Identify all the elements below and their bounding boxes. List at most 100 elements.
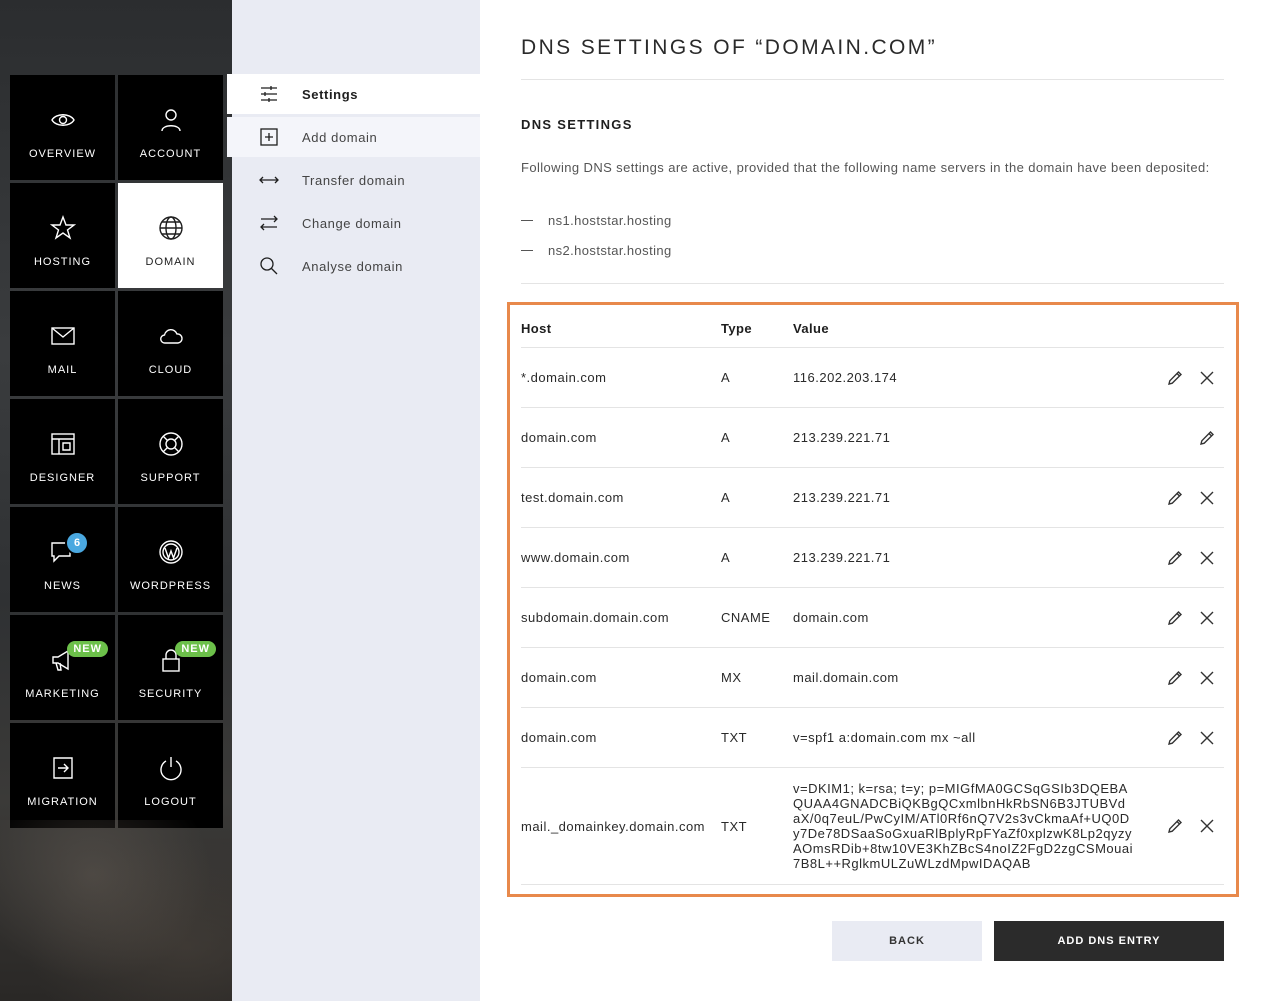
main-sidebar: OVERVIEW ACCOUNT HOSTING DOMAIN MAIL CLO… bbox=[0, 0, 232, 1001]
table-row: *.domain.com A 116.202.203.174 bbox=[521, 348, 1224, 408]
new-badge: NEW bbox=[67, 641, 108, 657]
double-arrow-icon bbox=[259, 170, 279, 190]
magnifier-icon bbox=[259, 256, 279, 276]
delete-x-icon[interactable] bbox=[1198, 489, 1216, 507]
edit-pencil-icon[interactable] bbox=[1166, 729, 1184, 747]
delete-x-icon[interactable] bbox=[1198, 369, 1216, 387]
nav-tile-overview[interactable]: OVERVIEW bbox=[10, 75, 115, 180]
nav-tile-label: MIGRATION bbox=[27, 796, 98, 808]
nav-tile-label: ACCOUNT bbox=[139, 148, 202, 160]
intro-text: Following DNS settings are active, provi… bbox=[521, 160, 1210, 175]
table-body: *.domain.com A 116.202.203.174 domain.com A 2… bbox=[521, 348, 1224, 885]
nav-tile-account[interactable]: ACCOUNT bbox=[118, 75, 223, 180]
nameserver-text: ns2.hoststar.hosting bbox=[548, 243, 672, 258]
table-row: mail._domainkey.domain.com TXT v=DKIM1; k=… bbox=[521, 768, 1224, 885]
nav-tile-label: LOGOUT bbox=[144, 796, 197, 808]
nav-tile-label: MARKETING bbox=[25, 688, 100, 700]
row-actions bbox=[1133, 669, 1224, 687]
cell-value: v=DKIM1; k=rsa; t=y; p=MIGfMA0GCSqGSIb3D… bbox=[793, 781, 1134, 871]
table-row: subdomain.domain.com CNAME domain.com bbox=[521, 588, 1224, 648]
delete-x-icon[interactable] bbox=[1198, 817, 1216, 835]
table-row: domain.com A 213.239.221.71 bbox=[521, 408, 1224, 468]
edit-pencil-icon[interactable] bbox=[1166, 489, 1184, 507]
nameserver-item: ns1.hoststar.hosting bbox=[521, 213, 672, 228]
star-icon bbox=[49, 214, 77, 242]
delete-x-icon[interactable] bbox=[1198, 669, 1216, 687]
eye-icon bbox=[49, 106, 77, 134]
nav-tile-label: NEWS bbox=[44, 580, 81, 592]
lifebuoy-icon bbox=[157, 430, 185, 458]
cell-type: A bbox=[721, 490, 731, 505]
cell-type: TXT bbox=[721, 818, 748, 834]
table-row: www.domain.com A 213.239.221.71 bbox=[521, 528, 1224, 588]
nav-tile-hosting[interactable]: HOSTING bbox=[10, 183, 115, 288]
cell-type: MX bbox=[721, 670, 742, 685]
cell-host: www.domain.com bbox=[521, 550, 630, 565]
cell-host: domain.com bbox=[521, 670, 597, 685]
dash-bullet bbox=[521, 250, 533, 251]
nav-tile-label: WORDPRESS bbox=[129, 580, 212, 592]
edit-pencil-icon[interactable] bbox=[1198, 429, 1216, 447]
add-dns-entry-button[interactable]: ADD DNS ENTRY bbox=[994, 921, 1224, 961]
table-row: domain.com TXT v=spf1 a:domain.com mx ~all bbox=[521, 708, 1224, 768]
subnav-item-label: Settings bbox=[302, 86, 359, 102]
nav-tile-label: SUPPORT bbox=[140, 472, 201, 484]
nav-tile-migration[interactable]: MIGRATION bbox=[10, 723, 115, 828]
nav-tile-logout[interactable]: LOGOUT bbox=[118, 723, 223, 828]
new-badge: NEW bbox=[175, 641, 216, 657]
subnav-item-transfer-domain[interactable]: Transfer domain bbox=[227, 160, 480, 200]
news-count-badge: 6 bbox=[65, 531, 89, 555]
cell-value: 213.239.221.71 bbox=[793, 430, 891, 445]
nav-tile-label: HOSTING bbox=[33, 256, 92, 268]
nav-tile-grid: OVERVIEW ACCOUNT HOSTING DOMAIN MAIL CLO… bbox=[10, 75, 223, 828]
delete-x-icon[interactable] bbox=[1198, 549, 1216, 567]
sliders-icon bbox=[259, 84, 279, 104]
delete-x-icon[interactable] bbox=[1198, 609, 1216, 627]
nav-tile-news[interactable]: NEWS 6 bbox=[10, 507, 115, 612]
edit-pencil-icon[interactable] bbox=[1166, 549, 1184, 567]
cell-host: domain.com bbox=[521, 430, 597, 445]
back-button[interactable]: BACK bbox=[832, 921, 982, 961]
dns-records-table: Host Type Value *.domain.com A 116.202.203… bbox=[521, 310, 1224, 885]
subnav-item-label: Transfer domain bbox=[302, 172, 406, 188]
section-title: DNS SETTINGS bbox=[521, 117, 633, 132]
cloud-icon bbox=[157, 322, 185, 350]
nav-tile-designer[interactable]: DESIGNER bbox=[10, 399, 115, 504]
column-header-type: Type bbox=[721, 321, 752, 336]
cell-type: A bbox=[721, 550, 731, 565]
row-actions bbox=[1133, 429, 1224, 447]
table-row: test.domain.com A 213.239.221.71 bbox=[521, 468, 1224, 528]
nav-tile-security[interactable]: SECURITY NEW bbox=[118, 615, 223, 720]
cell-value: 116.202.203.174 bbox=[793, 370, 898, 385]
cell-value: domain.com bbox=[793, 610, 869, 625]
column-header-value: Value bbox=[793, 321, 829, 336]
nav-tile-support[interactable]: SUPPORT bbox=[118, 399, 223, 504]
cell-host: domain.com bbox=[521, 730, 597, 745]
page-title: DNS SETTINGS OF “DOMAIN.COM” bbox=[521, 36, 938, 59]
nav-tile-label: MAIL bbox=[47, 364, 78, 376]
edit-pencil-icon[interactable] bbox=[1166, 609, 1184, 627]
nav-tile-cloud[interactable]: CLOUD bbox=[118, 291, 223, 396]
nav-tile-marketing[interactable]: MARKETING NEW bbox=[10, 615, 115, 720]
edit-pencil-icon[interactable] bbox=[1166, 669, 1184, 687]
cell-host: *.domain.com bbox=[521, 370, 607, 385]
nav-tile-mail[interactable]: MAIL bbox=[10, 291, 115, 396]
nav-tile-domain[interactable]: DOMAIN bbox=[118, 183, 223, 288]
edit-pencil-icon[interactable] bbox=[1166, 817, 1184, 835]
row-actions bbox=[1133, 817, 1224, 835]
subnav-item-analyse-domain[interactable]: Analyse domain bbox=[227, 246, 480, 286]
subnav-item-change-domain[interactable]: Change domain bbox=[227, 203, 480, 243]
subnav-item-label: Add domain bbox=[302, 129, 378, 145]
subnav-item-settings[interactable]: Settings bbox=[227, 74, 480, 114]
nameserver-text: ns1.hoststar.hosting bbox=[548, 213, 672, 228]
delete-x-icon[interactable] bbox=[1198, 729, 1216, 747]
subnav-item-add-domain[interactable]: Add domain bbox=[227, 117, 480, 157]
cell-value: 213.239.221.71 bbox=[793, 550, 891, 565]
subnav-item-label: Analyse domain bbox=[302, 258, 403, 274]
domain-subnav: Settings Add domain Transfer domain Chan… bbox=[227, 0, 480, 1001]
cell-type: A bbox=[721, 370, 731, 385]
nav-tile-wordpress[interactable]: WORDPRESS bbox=[118, 507, 223, 612]
plus-square-icon bbox=[259, 127, 279, 147]
envelope-icon bbox=[49, 322, 77, 350]
edit-pencil-icon[interactable] bbox=[1166, 369, 1184, 387]
